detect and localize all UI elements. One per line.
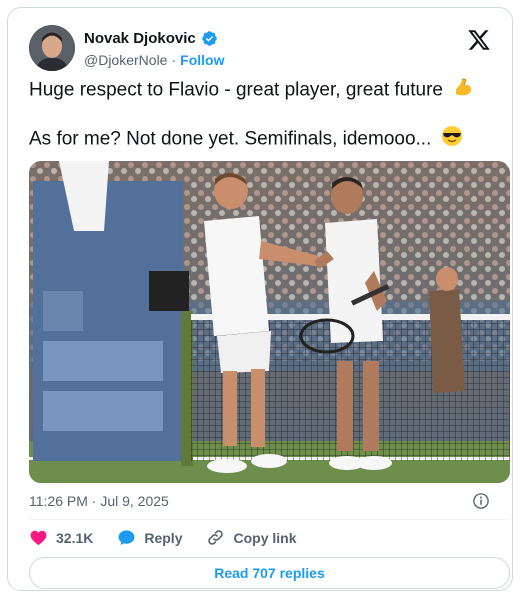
heart-icon: [30, 530, 47, 546]
like-button[interactable]: 32.1K: [29, 528, 93, 547]
read-replies-button[interactable]: Read 707 replies: [29, 557, 510, 589]
divider: [29, 519, 510, 520]
reply-bubble-icon: [118, 530, 135, 546]
avatar[interactable]: [29, 25, 75, 71]
tweet-text-2: As for me? Not done yet. Semifinals, ide…: [29, 128, 432, 150]
tweet-timestamp[interactable]: 11:26 PM · Jul 9, 2025: [29, 493, 169, 509]
verified-badge-icon: [201, 31, 217, 46]
author-name[interactable]: Novak Djokovic: [84, 30, 196, 47]
flexed-biceps-icon: [452, 76, 474, 105]
like-count: 32.1K: [56, 529, 94, 546]
x-logo-icon[interactable]: [467, 28, 491, 52]
follow-button[interactable]: Follow: [180, 52, 224, 68]
tweet-text-line-1: Huge respect to Flavio - great player, g…: [29, 76, 474, 105]
copy-link-button[interactable]: Copy link: [206, 528, 297, 547]
tweet-photo[interactable]: [29, 161, 510, 483]
reply-label: Reply: [144, 529, 183, 546]
info-icon[interactable]: [472, 492, 490, 510]
action-bar: 32.1K Reply Copy link: [29, 528, 321, 547]
link-icon: [208, 530, 224, 545]
sunglasses-face-icon: [441, 125, 463, 154]
copy-link-label: Copy link: [233, 529, 297, 546]
tweet-text-line-2: As for me? Not done yet. Semifinals, ide…: [29, 125, 463, 154]
tweet-text-1: Huge respect to Flavio - great player, g…: [29, 79, 443, 101]
handle-separator: ·: [171, 52, 177, 68]
reply-button[interactable]: Reply: [117, 528, 182, 547]
tweet-embed-card: Novak Djokovic @DjokerNole · Follow Huge…: [7, 7, 513, 591]
author-handle[interactable]: @DjokerNole: [84, 52, 167, 68]
